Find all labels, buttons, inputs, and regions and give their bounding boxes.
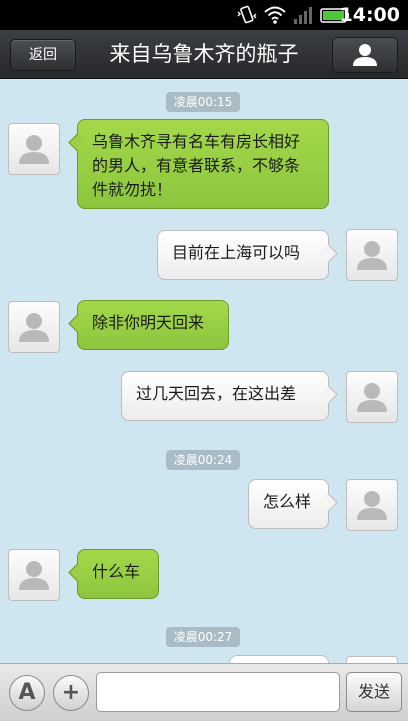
message-bubble[interactable]: 乌鲁木齐寻有名车有房长相好的男人，有意者联系，不够条件就勿扰！ [68,119,329,209]
timestamp: 凌晨00:24 [166,450,240,470]
message-text: 怎么样 [263,492,312,511]
add-attachment-button[interactable]: + [53,675,89,711]
message-bubble[interactable] [229,655,329,663]
input-bar: A + 发送 [0,663,408,721]
default-avatar-icon [19,135,49,164]
send-button[interactable]: 发送 [346,672,402,712]
message-bubble[interactable]: 目前在上海可以吗 [157,230,338,280]
timestamp: 凌晨00:27 [166,627,240,647]
message-text: 乌鲁木齐寻有名车有房长相好的男人，有意者联系，不够条件就勿扰！ [92,132,301,199]
vibrate-icon [237,5,257,24]
message-bubble[interactable]: 怎么样 [248,479,338,529]
avatar[interactable] [346,371,398,423]
wifi-icon [264,6,286,24]
avatar[interactable] [8,301,60,353]
default-avatar-icon [357,491,387,520]
avatar[interactable] [8,123,60,175]
signal-icon [294,7,312,24]
back-button[interactable]: 返回 [10,39,76,71]
message-text: 过几天回去，在这出差 [136,384,297,403]
chat-area[interactable]: 凌晨00:15 乌鲁木齐寻有名车有房长相好的男人，有意者联系，不够条件就勿扰！ … [0,79,408,663]
avatar[interactable] [346,656,398,663]
page-title: 来自乌鲁木齐的瓶子 [109,42,299,66]
message-input[interactable] [96,672,340,712]
status-bar: 14:00 [0,0,408,30]
default-avatar-icon [19,313,49,342]
default-avatar-icon [19,561,49,590]
avatar[interactable] [8,549,60,601]
message-bubble[interactable]: 过几天回去，在这出差 [121,371,338,421]
default-avatar-icon [357,241,387,270]
message-bubble[interactable]: 除非你明天回来 [68,300,229,350]
message-text: 除非你明天回来 [92,313,205,332]
header-bar: 返回 来自乌鲁木齐的瓶子 [0,30,408,79]
message-bubble[interactable]: 什么车 [68,549,159,599]
profile-button[interactable] [332,37,398,73]
timestamp: 凌晨00:15 [166,92,240,112]
person-icon [353,44,377,66]
clock: 14:00 [339,4,400,26]
avatar[interactable] [346,479,398,531]
text-mode-button[interactable]: A [9,675,45,711]
default-avatar-icon [357,383,387,412]
message-text: 目前在上海可以吗 [172,243,301,262]
message-text: 什么车 [92,562,141,581]
avatar[interactable] [346,229,398,281]
